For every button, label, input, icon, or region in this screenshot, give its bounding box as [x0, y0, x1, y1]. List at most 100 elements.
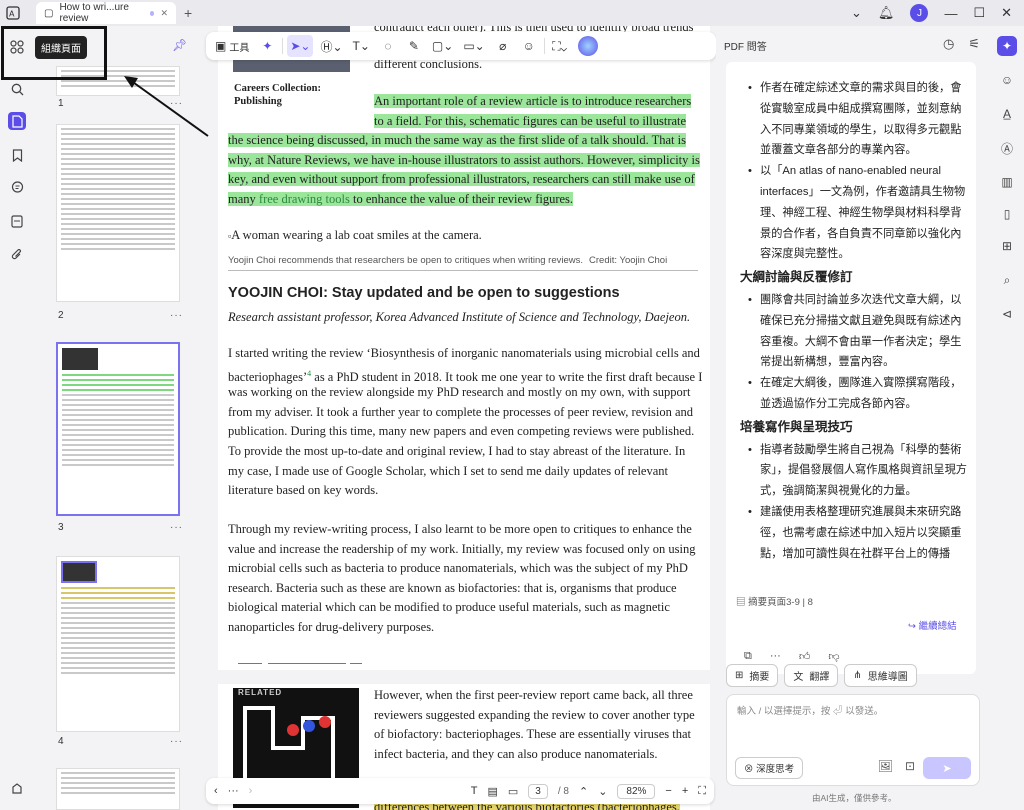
thumbnail-more-button[interactable]: ··· — [170, 736, 183, 747]
fit-page-icon[interactable]: ⛶ — [698, 785, 706, 798]
book-icon[interactable]: ▯ — [997, 204, 1017, 224]
ai-assistant-button[interactable] — [575, 35, 601, 57]
translate-icon[interactable]: A̲ — [997, 104, 1017, 124]
app-logo-icon[interactable]: A — [0, 0, 26, 26]
close-button[interactable]: ✕ — [1001, 5, 1012, 21]
left-icon-rail — [0, 26, 34, 810]
zoom-in-button[interactable]: + — [682, 785, 688, 797]
comment-icon[interactable] — [8, 178, 26, 196]
ocr-icon[interactable]: Ⓐ — [997, 138, 1017, 158]
document-page: contradict each other). This is then use… — [218, 26, 710, 670]
unsaved-dot-icon — [150, 10, 155, 16]
reading-mode-icon[interactable]: ▤ — [487, 785, 497, 798]
sticker-tool-button[interactable]: ☺ — [518, 35, 540, 57]
chat-input-card[interactable]: 輸入 / 以選擇提示，按 ⏎ 以發送。 ⊗ 深度思考 🖼︎ ⊡ ➤ — [726, 694, 980, 786]
tools-menu-button[interactable]: ▣ 工具 — [212, 35, 252, 57]
previous-icon[interactable]: ‹ — [214, 785, 218, 797]
page-thumbnail-4[interactable] — [56, 556, 180, 732]
mindmap-chip[interactable]: ⋔ 思維導圖 — [844, 664, 917, 687]
thumbnail-more-button[interactable]: ··· — [170, 310, 183, 321]
thumbnail-page-number: 2 — [58, 310, 64, 321]
screenshot-icon[interactable]: ⊡ — [905, 759, 915, 773]
tab-close-icon[interactable]: ✕ — [160, 8, 168, 19]
highlighted-text[interactable]: key, and even without support from profe… — [228, 172, 695, 187]
doc-word: bacteriophages’ — [228, 369, 308, 384]
chat-input-placeholder[interactable]: 輸入 / 以選擇提示，按 ⏎ 以發送。 — [737, 703, 883, 717]
page-number-input[interactable]: 3 — [528, 783, 548, 799]
highlighted-text[interactable]: why, at Nature Reviews, we have in-house… — [228, 152, 700, 167]
bookmark-icon[interactable] — [8, 146, 26, 164]
page-down-icon[interactable]: ⌄ — [598, 785, 607, 798]
highlighted-text[interactable]: to a field. For this, schematic figures … — [374, 113, 687, 128]
search-icon[interactable] — [8, 80, 26, 98]
new-tab-icon[interactable]: + — [184, 5, 192, 21]
deep-think-icon: ⊗ — [744, 764, 757, 775]
pencil-tool-button[interactable]: ✎ — [403, 35, 425, 57]
highlighted-text[interactable]: An important role of a review article is… — [374, 94, 692, 108]
related-tag: RELATED — [238, 688, 283, 697]
themes-icon[interactable] — [8, 780, 26, 798]
summary-reference[interactable]: ▤ 摘要頁面3-9 | 8 — [736, 594, 813, 608]
attachment-icon[interactable] — [8, 246, 26, 264]
search-doc-icon[interactable]: ⌕ — [997, 270, 1017, 290]
tabs-dropdown-icon[interactable]: ⌄ — [851, 5, 862, 21]
highlighted-text[interactable]: many — [228, 192, 259, 206]
more-actions-icon[interactable]: ··· — [770, 650, 781, 663]
comment-tool-button[interactable]: ◌ — [377, 35, 399, 57]
page-thumbnail-3[interactable] — [56, 342, 180, 516]
answer-bullet: 以「An atlas of nano-enabled neural interf… — [740, 161, 972, 265]
right-icon-rail: ✦ ☺ A̲ Ⓐ ▥ ▯ ⊞ ⌕ ⊲ — [990, 26, 1024, 810]
present-icon[interactable]: ⊲ — [997, 304, 1017, 324]
image-upload-icon[interactable]: 🖼︎ — [878, 759, 893, 773]
page-up-icon[interactable]: ⌃ — [579, 785, 588, 798]
layers-icon[interactable] — [8, 212, 26, 230]
shape-tool-button[interactable]: ▢⌄ — [429, 35, 456, 57]
minimize-button[interactable]: — — [944, 6, 957, 21]
measure-tool-button[interactable]: ▭⌄ — [460, 35, 487, 57]
settings-sliders-icon[interactable]: ⚟ — [968, 36, 980, 52]
image-alt-text: ▫A woman wearing a lab coat smiles at th… — [228, 226, 482, 247]
reference-link[interactable]: 4 — [307, 369, 311, 378]
toolbox-icon: ▣ — [215, 39, 227, 53]
maximize-button[interactable]: ☐ — [973, 5, 985, 21]
summarize-chip[interactable]: ⊞ 摘要 — [726, 664, 779, 687]
deep-think-toggle[interactable]: ⊗ 深度思考 — [735, 757, 804, 779]
page-thumbnail-5[interactable] — [56, 768, 180, 810]
text-tool-button[interactable]: T⌄ — [350, 35, 373, 57]
translate-chip[interactable]: 文翻譯 — [784, 664, 839, 687]
continue-summary-link[interactable]: ↪ 繼續總結 — [908, 618, 957, 632]
text-select-icon[interactable]: T — [471, 785, 478, 797]
document-edit-icon[interactable]: ▥ — [997, 172, 1017, 192]
zoom-out-button[interactable]: − — [665, 785, 671, 797]
highlighted-text[interactable]: to enhance the value of their review fig… — [350, 192, 573, 206]
free-drawing-tools-link[interactable]: free drawing tools — [259, 192, 350, 206]
more-icon[interactable]: ··· — [228, 785, 239, 797]
text-box-tool-button[interactable]: Ⓗ⌄ — [317, 35, 345, 57]
notification-bell-icon[interactable]: 🔔︎ — [878, 5, 895, 21]
pin-panel-icon[interactable]: 📌︎ — [172, 38, 187, 52]
page-thumbnail-2[interactable] — [56, 124, 180, 302]
user-avatar[interactable]: J — [910, 4, 929, 22]
emoji-icon[interactable]: ☺ — [997, 70, 1017, 90]
highlighted-text[interactable]: the science being discussed, in much the… — [228, 133, 686, 148]
thumbs-down-icon[interactable]: 👎︎ — [828, 650, 839, 663]
document-tab[interactable]: ▢ How to wri...ure review ✕ — [36, 2, 176, 24]
presentation-icon[interactable]: ▭ — [508, 785, 518, 798]
thumbs-up-icon[interactable]: 👍︎ — [799, 650, 811, 663]
ai-chat-icon[interactable]: ✦ — [997, 36, 1017, 56]
thumbnail-more-button[interactable]: ··· — [170, 522, 183, 533]
select-tool-button[interactable]: ➤⌄ — [287, 35, 314, 57]
thumbnail-page-number: 3 — [58, 522, 64, 533]
copy-icon[interactable]: ⧉ — [744, 650, 752, 663]
stamp-tool-button[interactable]: ⛶⌄ — [549, 35, 571, 57]
history-icon[interactable]: ◷ — [943, 36, 954, 52]
attach-tool-button[interactable]: ⌀ — [492, 35, 514, 57]
next-icon[interactable]: › — [249, 785, 253, 797]
folder-icon[interactable]: ⊞ — [997, 236, 1017, 256]
zoom-level-input[interactable]: 82% — [617, 783, 656, 799]
page-thumbnails-icon[interactable] — [8, 112, 26, 130]
summarize-icon: ⊞ — [735, 670, 744, 681]
ai-sparkle-button[interactable]: ✦ — [256, 35, 278, 57]
separator-line — [268, 663, 346, 664]
send-button[interactable]: ➤ — [923, 757, 971, 779]
